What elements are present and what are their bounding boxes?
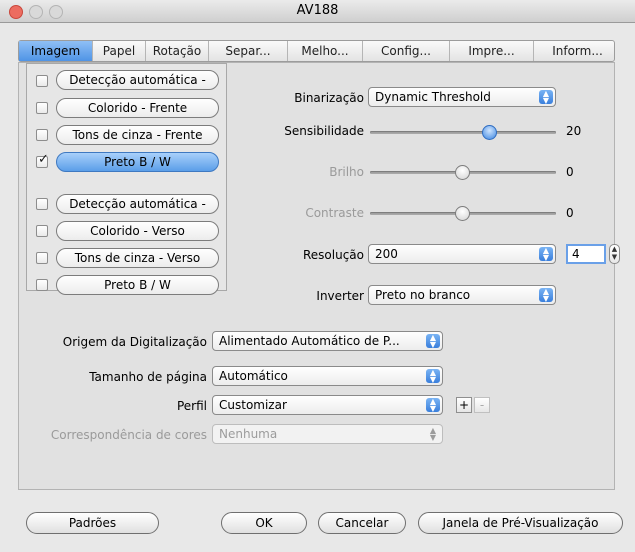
cores-select[interactable]: Nenhuma ▲ ▼ [212, 424, 443, 444]
image-type-checkbox-0[interactable] [36, 75, 48, 87]
cancel-button[interactable]: Cancelar [318, 512, 406, 534]
add-profile-button[interactable]: + [456, 397, 472, 413]
binarizacao-select[interactable]: Dynamic Threshold ▲ ▼ [368, 87, 556, 107]
image-type-checkbox-7[interactable] [36, 279, 48, 291]
sensibilidade-slider-knob[interactable] [482, 125, 497, 140]
sensibilidade-value: 20 [566, 124, 582, 138]
title-bar: AV188 [0, 0, 635, 23]
resolucao-stepper[interactable]: ▲ ▼ [609, 244, 620, 264]
popup-arrows-icon: ▲ ▼ [539, 288, 553, 303]
defaults-button[interactable]: Padrões [26, 512, 159, 534]
sensibilidade-label: Sensibilidade [284, 124, 364, 138]
checkmark-icon: ✓ [38, 152, 49, 167]
contraste-slider-knob[interactable] [455, 206, 470, 221]
origem-value: Alimentado Automático de P... [219, 334, 400, 348]
cores-value: Nenhuma [219, 427, 278, 441]
image-type-checkbox-4[interactable] [36, 198, 48, 210]
image-type-checkbox-3[interactable]: ✓ [36, 152, 49, 168]
tab-rotacao[interactable]: Rotação [146, 41, 209, 61]
cores-label: Correspondência de cores [50, 428, 207, 442]
popup-arrows-icon: ▲ ▼ [539, 247, 553, 262]
tamanho-label: Tamanho de página [89, 370, 207, 384]
resolucao-value: 200 [375, 247, 398, 261]
image-type-checkbox-6[interactable] [36, 252, 48, 264]
dialog-window: AV188 Imagem Papel Rotação Separ... Melh… [0, 0, 635, 552]
tab-informacao[interactable]: Inform... [534, 41, 621, 61]
resolucao-field-value: 4 [572, 247, 580, 261]
preview-window-button[interactable]: Janela de Pré-Visualização [418, 512, 623, 534]
origem-select[interactable]: Alimentado Automático de P... ▲ ▼ [212, 331, 443, 351]
ok-button[interactable]: OK [221, 512, 307, 534]
popup-arrows-icon: ▲ ▼ [429, 426, 437, 442]
inverter-value: Preto no branco [375, 288, 471, 302]
brilho-label: Brilho [329, 165, 364, 179]
binarizacao-value: Dynamic Threshold [375, 90, 491, 104]
tab-papel[interactable]: Papel [93, 41, 146, 61]
image-type-checkbox-1[interactable] [36, 102, 48, 114]
tab-imagem[interactable]: Imagem [19, 41, 93, 61]
perfil-label: Perfil [176, 399, 207, 413]
tamanho-value: Automático [219, 369, 288, 383]
remove-profile-button[interactable]: - [474, 397, 490, 413]
perfil-value: Customizar [219, 398, 287, 412]
resolucao-select[interactable]: 200 ▲ ▼ [368, 244, 556, 264]
popup-arrows-icon: ▲ ▼ [426, 334, 440, 349]
tamanho-select[interactable]: Automático ▲ ▼ [212, 366, 443, 386]
binarizacao-label: Binarização [294, 91, 364, 105]
image-type-button-2[interactable]: Tons de cinza - Frente [56, 125, 219, 145]
popup-arrows-icon: ▲ ▼ [426, 398, 440, 413]
perfil-select[interactable]: Customizar ▲ ▼ [212, 395, 443, 415]
image-type-button-5[interactable]: Colorido - Verso [56, 221, 219, 241]
tab-melhoria[interactable]: Melho... [288, 41, 363, 61]
image-type-checkbox-5[interactable] [36, 225, 48, 237]
tab-separacao[interactable]: Separ... [209, 41, 288, 61]
popup-arrows-icon: ▲ ▼ [426, 369, 440, 384]
resolucao-label: Resolução [302, 248, 364, 262]
image-type-button-6[interactable]: Tons de cinza - Verso [56, 248, 219, 268]
sensibilidade-slider-track[interactable] [370, 131, 556, 134]
inverter-label: Inverter [316, 289, 364, 303]
popup-arrows-icon: ▲ ▼ [539, 90, 553, 105]
brilho-slider-knob[interactable] [455, 165, 470, 180]
brilho-value: 0 [566, 165, 574, 179]
image-type-button-4[interactable]: Detecção automática - [56, 194, 219, 214]
window-title: AV188 [296, 3, 339, 18]
image-type-button-3[interactable]: Preto B / W [56, 152, 219, 172]
tab-configuracao[interactable]: Config... [363, 41, 450, 61]
contraste-value: 0 [566, 206, 574, 220]
tab-bar: Imagem Papel Rotação Separ... Melho... C… [18, 40, 615, 62]
image-type-checkbox-2[interactable] [36, 129, 48, 141]
contraste-label: Contraste [305, 206, 364, 220]
tab-impressao[interactable]: Impre... [450, 41, 534, 61]
image-type-button-0[interactable]: Detecção automática - [56, 70, 219, 90]
image-type-button-7[interactable]: Preto B / W [56, 275, 219, 295]
origem-label: Origem da Digitalização [62, 335, 207, 349]
resolucao-field[interactable]: 4 [566, 244, 606, 264]
inverter-select[interactable]: Preto no branco ▲ ▼ [368, 285, 556, 305]
image-type-button-1[interactable]: Colorido - Frente [56, 98, 219, 118]
